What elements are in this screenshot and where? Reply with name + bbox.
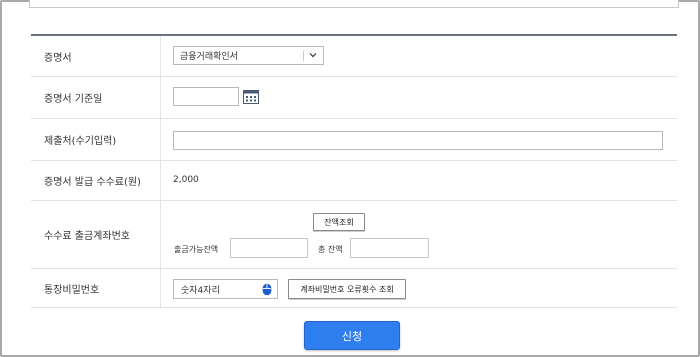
certificate-select[interactable]: 금융거래확인서 xyxy=(173,46,324,65)
recipient-label: 제출처(수기입력) xyxy=(31,119,161,160)
total-balance-field xyxy=(350,238,429,258)
row-fee-account: 수수료 출금계좌번호 잔액조회 출금가능잔액 총 잔액 xyxy=(31,201,677,269)
password-label: 통장비밀번호 xyxy=(31,269,161,307)
page-frame: 증명서 금융거래확인서 증명서 기준일 제출처(수기입력) 증명서 발급 수수료… xyxy=(0,0,700,357)
total-balance-label: 총 잔액 xyxy=(318,245,343,254)
base-date-input[interactable] xyxy=(173,87,239,106)
row-password: 통장비밀번호 숫자4자리 계좌비밀번호 오류횟수 조회 xyxy=(31,269,677,308)
certificate-select-value: 금융거래확인서 xyxy=(180,52,238,62)
row-fee: 증명서 발급 수수료(원) 2,000 xyxy=(31,161,677,201)
available-balance-field xyxy=(230,238,308,258)
password-placeholder: 숫자4자리 xyxy=(181,285,220,296)
mouse-icon[interactable] xyxy=(262,283,272,296)
base-date-label: 증명서 기준일 xyxy=(31,77,161,118)
password-input[interactable]: 숫자4자리 xyxy=(173,279,278,299)
chevron-down-icon xyxy=(309,53,317,58)
submit-button[interactable]: 신청 xyxy=(304,321,400,350)
balance-inquiry-button[interactable]: 잔액조회 xyxy=(313,213,365,231)
fee-value: 2,000 xyxy=(173,175,199,185)
fee-account-label: 수수료 출금계좌번호 xyxy=(31,201,161,268)
certificate-label: 증명서 xyxy=(31,36,161,76)
certificate-form: 증명서 금융거래확인서 증명서 기준일 제출처(수기입력) 증명서 발급 수수료… xyxy=(31,34,677,308)
error-count-inquiry-button[interactable]: 계좌비밀번호 오류횟수 조회 xyxy=(288,279,406,299)
available-balance-label: 출금가능잔액 xyxy=(174,245,219,254)
fee-label: 증명서 발급 수수료(원) xyxy=(31,161,161,200)
row-certificate: 증명서 금융거래확인서 xyxy=(31,36,677,77)
top-panel xyxy=(29,0,679,8)
recipient-input[interactable] xyxy=(173,131,663,150)
row-base-date: 증명서 기준일 xyxy=(31,77,677,119)
calendar-icon[interactable] xyxy=(243,89,259,104)
row-recipient: 제출처(수기입력) xyxy=(31,119,677,161)
